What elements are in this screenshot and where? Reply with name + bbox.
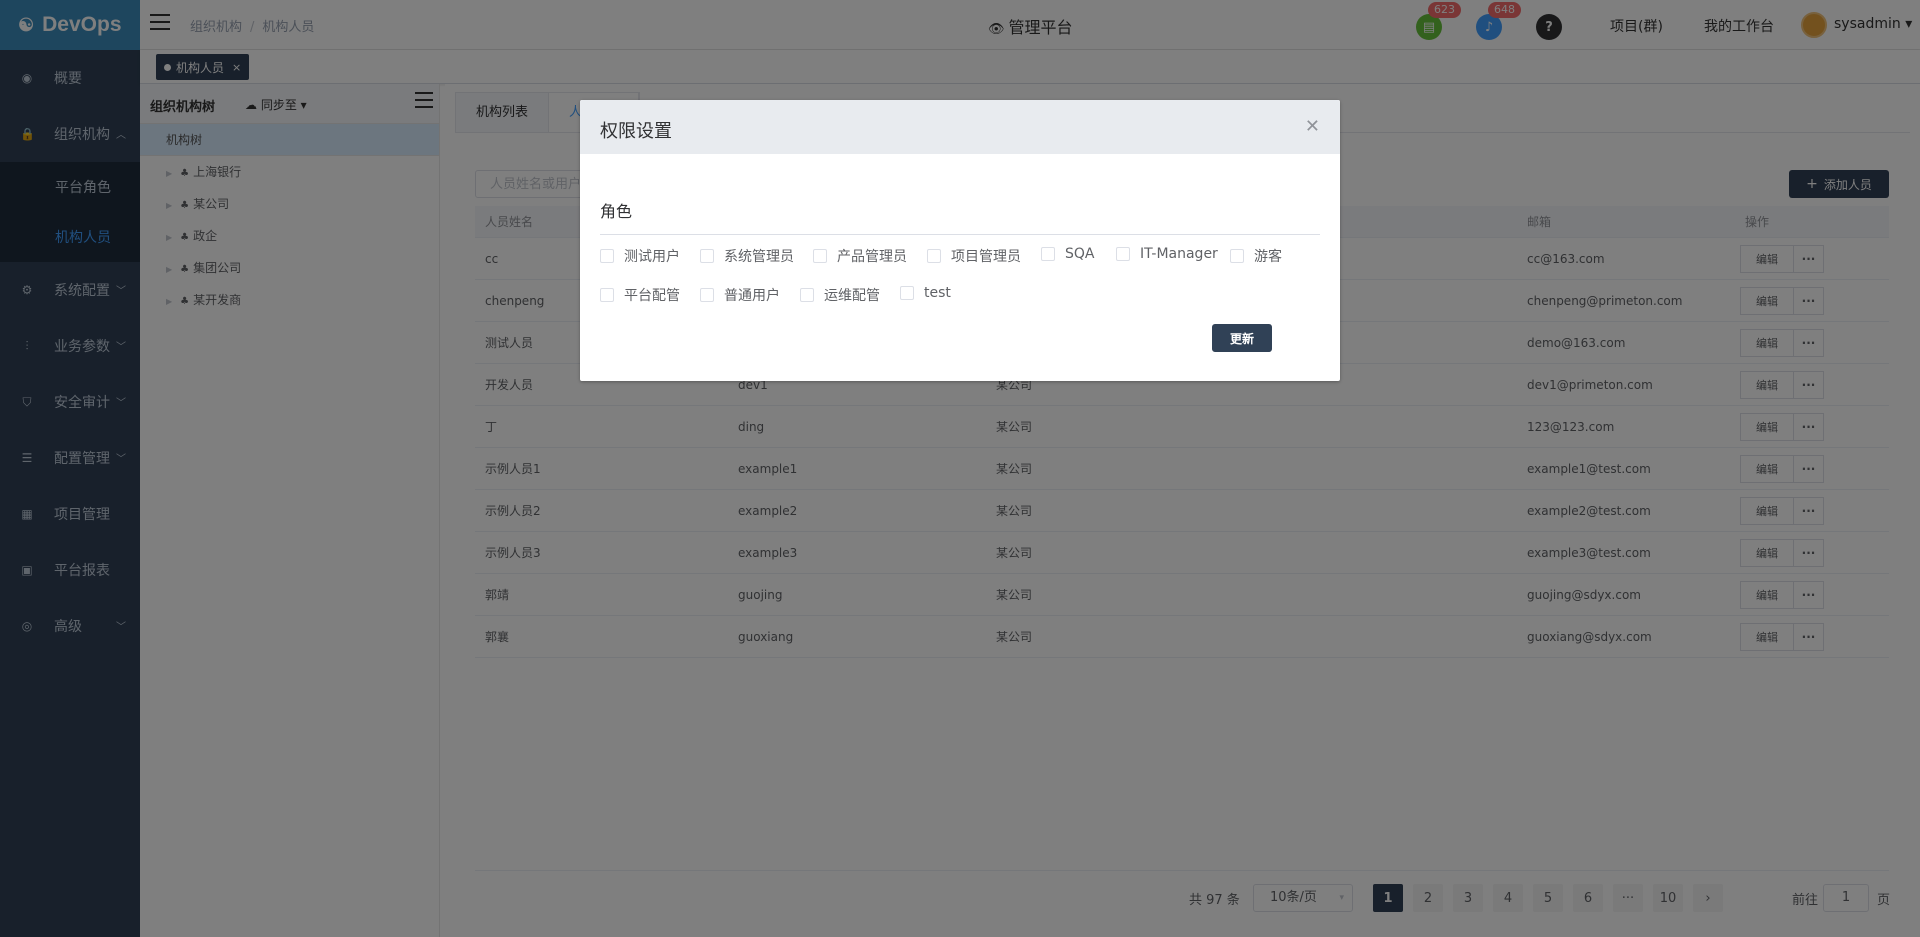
dialog-header: 权限设置 ✕ [580, 100, 1340, 154]
checkbox-icon[interactable] [800, 288, 814, 302]
role-checkbox[interactable]: SQA [1041, 246, 1094, 262]
role-checkbox[interactable]: 项目管理员 [927, 246, 1021, 266]
role-checkbox[interactable]: 测试用户 [600, 246, 680, 266]
checkbox-icon[interactable] [813, 249, 827, 263]
checkbox-icon[interactable] [1230, 249, 1244, 263]
dialog-title: 权限设置 [600, 121, 672, 142]
role-checkbox[interactable]: 平台配管 [600, 285, 680, 305]
permission-dialog: 权限设置 ✕ 角色 测试用户 系统管理员 产品管理员 项目管理员 SQA IT-Manag… [580, 100, 1340, 381]
checkbox-icon[interactable] [927, 249, 941, 263]
checkbox-icon[interactable] [1041, 247, 1055, 261]
role-checkbox[interactable]: 普通用户 [700, 285, 780, 305]
checkbox-icon[interactable] [1116, 247, 1130, 261]
checkbox-icon[interactable] [700, 288, 714, 302]
checkbox-icon[interactable] [600, 288, 614, 302]
role-checkbox[interactable]: 游客 [1230, 246, 1282, 266]
role-checkbox[interactable]: 系统管理员 [700, 246, 794, 266]
checkbox-icon[interactable] [700, 249, 714, 263]
role-checkbox[interactable]: 运维配管 [800, 285, 880, 305]
role-checkbox[interactable]: test [900, 285, 951, 301]
role-checkbox[interactable]: 产品管理员 [813, 246, 907, 266]
role-checkbox[interactable]: IT-Manager [1116, 246, 1218, 262]
role-section-title: 角色 [600, 202, 633, 221]
close-icon[interactable]: ✕ [1305, 116, 1320, 137]
update-button[interactable]: 更新 [1212, 324, 1272, 352]
checkbox-icon[interactable] [900, 286, 914, 300]
checkbox-icon[interactable] [600, 249, 614, 263]
